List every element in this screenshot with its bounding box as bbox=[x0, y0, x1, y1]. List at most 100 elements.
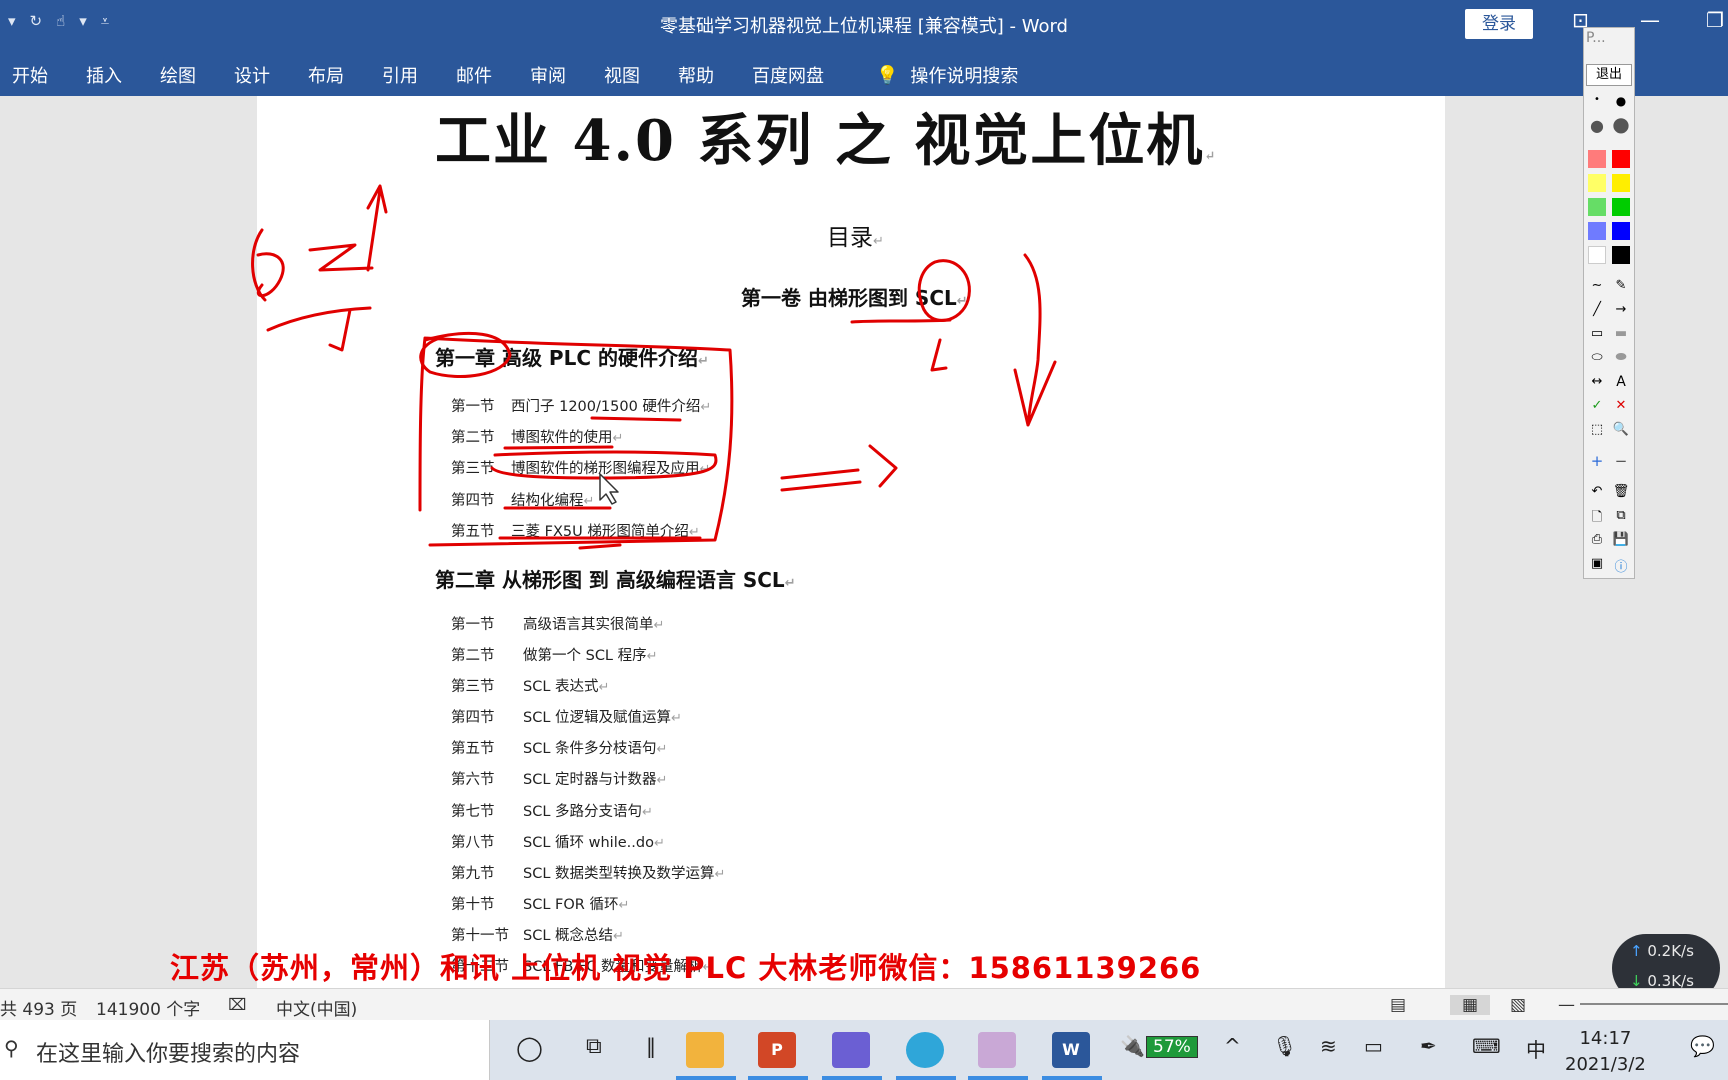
pen-size-medium-icon[interactable]: ● bbox=[1612, 94, 1630, 112]
new-page-icon[interactable]: 🗋 bbox=[1588, 508, 1606, 526]
pen-tool-palette: P... 退出 • ● ● ● ∼ ✎ ╱ → ▭ ▬ ⬭ ⬬ ↔ A ✓ ✕ … bbox=[1583, 27, 1635, 579]
wifi-icon[interactable]: ≋ bbox=[1320, 1034, 1337, 1058]
color-swatch[interactable] bbox=[1612, 246, 1630, 264]
tab-layout[interactable]: 布局 bbox=[308, 62, 344, 88]
document-page[interactable]: 工业 4.0 系列 之 视觉上位机↵ 目录↵ 第一卷 由梯形图到 SCL↵ 第一… bbox=[257, 96, 1445, 988]
pen-workspace-icon[interactable]: ✒ bbox=[1420, 1034, 1437, 1058]
volume-heading: 第一卷 由梯形图到 SCL↵ bbox=[741, 286, 968, 310]
upload-speed: 0.2K/s bbox=[1647, 942, 1694, 960]
tab-baidu-netdisk[interactable]: 百度网盘 bbox=[752, 62, 824, 88]
zoom-slider[interactable] bbox=[1580, 1003, 1728, 1005]
login-button[interactable]: 登录 bbox=[1465, 9, 1533, 39]
ribbon-tabs: 开始 插入 绘图 设计 布局 引用 邮件 审阅 视图 帮助 百度网盘 💡 操作说… bbox=[0, 48, 1728, 96]
word-icon[interactable]: W bbox=[1052, 1032, 1090, 1068]
plus-icon[interactable]: + bbox=[1588, 452, 1606, 470]
rectangle-tool-icon[interactable]: ▭ bbox=[1588, 326, 1606, 344]
search-placeholder: 在这里输入你要搜索的内容 bbox=[36, 1042, 301, 1067]
tab-home[interactable]: 开始 bbox=[12, 62, 48, 88]
ime-indicator[interactable]: 中 bbox=[1526, 1034, 1546, 1063]
page-count[interactable]: 共 493 页 bbox=[0, 995, 77, 1020]
zoom-out-icon[interactable]: — bbox=[1558, 995, 1575, 1015]
chevron-up-icon[interactable]: ^ bbox=[1224, 1034, 1241, 1058]
color-swatch[interactable] bbox=[1588, 222, 1606, 240]
device-icon[interactable]: ▭ bbox=[1364, 1034, 1383, 1058]
tab-mailings[interactable]: 邮件 bbox=[456, 62, 492, 88]
word-count[interactable]: 141900 个字 bbox=[96, 995, 200, 1020]
toc-entry: 第十节 SCL FOR 循环↵ bbox=[451, 897, 630, 913]
proofing-icon[interactable]: ⌧ bbox=[228, 995, 246, 1014]
tab-draw[interactable]: 绘图 bbox=[160, 62, 196, 88]
pen-size-xlarge-icon[interactable]: ● bbox=[1612, 114, 1630, 134]
filled-ellipse-tool-icon[interactable]: ⬬ bbox=[1612, 350, 1630, 368]
double-arrow-tool-icon[interactable]: ↔ bbox=[1588, 374, 1606, 392]
keyboard-icon[interactable]: ⌨ bbox=[1472, 1034, 1501, 1058]
color-swatch[interactable] bbox=[1612, 222, 1630, 240]
screenshot-icon[interactable]: ▣ bbox=[1588, 556, 1606, 574]
zoom-icon[interactable]: 🔍 bbox=[1612, 422, 1630, 440]
edge-browser-icon[interactable] bbox=[906, 1032, 944, 1068]
info-icon[interactable]: ⓘ bbox=[1612, 556, 1630, 575]
web-layout-icon[interactable]: ▧ bbox=[1510, 995, 1526, 1015]
taskbar-search-box[interactable]: ⚲ 在这里输入你要搜索的内容 bbox=[0, 1020, 490, 1080]
people-app-icon[interactable] bbox=[832, 1032, 870, 1068]
trash-icon[interactable]: 🗑 bbox=[1612, 484, 1630, 502]
undo-icon[interactable]: ↶ bbox=[1588, 484, 1606, 502]
powerpoint-icon[interactable]: P bbox=[758, 1032, 796, 1068]
taskbar-divider: ‖ bbox=[646, 1034, 656, 1058]
filled-rectangle-tool-icon[interactable]: ▬ bbox=[1612, 326, 1630, 344]
clock[interactable]: 14:17 2021/3/2 bbox=[1565, 1026, 1646, 1078]
toc-entry: 第一节 西门子 1200/1500 硬件介绍↵ bbox=[451, 399, 712, 415]
power-plug-icon[interactable]: 🔌 bbox=[1120, 1034, 1145, 1058]
color-swatch[interactable] bbox=[1612, 150, 1630, 168]
print-layout-icon[interactable]: ▦ bbox=[1450, 995, 1491, 1015]
file-explorer-indicator bbox=[676, 1076, 736, 1080]
battery-indicator[interactable]: 57% bbox=[1146, 1036, 1198, 1058]
file-explorer-icon[interactable] bbox=[686, 1032, 724, 1068]
tab-help[interactable]: 帮助 bbox=[678, 62, 714, 88]
eraser-icon[interactable]: ✎ bbox=[1612, 278, 1630, 296]
toc-entry: 第四节 结构化编程↵ bbox=[451, 493, 595, 509]
minimize-icon[interactable]: — bbox=[1640, 8, 1660, 32]
paint-app-indicator bbox=[968, 1076, 1028, 1080]
arrow-tool-icon[interactable]: → bbox=[1612, 302, 1630, 320]
check-mark-icon[interactable]: ✓ bbox=[1588, 398, 1606, 416]
read-mode-icon[interactable]: ▤ bbox=[1390, 995, 1406, 1015]
tab-review[interactable]: 审阅 bbox=[530, 62, 566, 88]
cortana-icon[interactable]: ◯ bbox=[516, 1034, 543, 1062]
color-swatch[interactable] bbox=[1588, 150, 1606, 168]
print-icon[interactable]: ⎙ bbox=[1588, 532, 1606, 550]
paint-app-icon[interactable] bbox=[978, 1032, 1016, 1068]
pen-size-small-icon[interactable]: • bbox=[1588, 94, 1606, 112]
tab-references[interactable]: 引用 bbox=[382, 62, 418, 88]
copy-icon[interactable]: ⧉ bbox=[1612, 508, 1630, 526]
tab-design[interactable]: 设计 bbox=[234, 62, 270, 88]
microphone-icon[interactable]: 🎙 bbox=[1272, 1034, 1297, 1058]
color-swatch[interactable] bbox=[1612, 198, 1630, 216]
cross-mark-icon[interactable]: ✕ bbox=[1612, 398, 1630, 416]
pen-size-large-icon[interactable]: ● bbox=[1588, 116, 1606, 135]
tab-view[interactable]: 视图 bbox=[604, 62, 640, 88]
restore-icon[interactable]: ❐ bbox=[1706, 8, 1724, 32]
notification-icon[interactable]: 💬 bbox=[1690, 1034, 1715, 1058]
freehand-pen-icon[interactable]: ∼ bbox=[1588, 278, 1606, 296]
pen-tool-title: P... bbox=[1586, 30, 1606, 46]
color-swatch[interactable] bbox=[1588, 198, 1606, 216]
task-view-icon[interactable]: ⧉ bbox=[586, 1034, 602, 1059]
toc-entry: 第二节 博图软件的使用↵ bbox=[451, 430, 624, 446]
ellipse-tool-icon[interactable]: ⬭ bbox=[1588, 350, 1606, 368]
text-tool-icon[interactable]: A bbox=[1612, 374, 1630, 392]
language-indicator[interactable]: 中文(中国) bbox=[276, 995, 357, 1020]
line-tool-icon[interactable]: ╱ bbox=[1588, 302, 1606, 320]
toc-entry: 第二节 做第一个 SCL 程序↵ bbox=[451, 648, 658, 664]
pen-exit-button[interactable]: 退出 bbox=[1586, 64, 1632, 86]
title-bar: ▾ ↻ ☝ ▾ ⩡ 零基础学习机器视觉上位机课程 [兼容模式] - Word 登… bbox=[0, 0, 1728, 48]
minus-icon[interactable]: − bbox=[1612, 452, 1630, 470]
tell-me-search[interactable]: 💡 操作说明搜索 bbox=[876, 62, 1018, 88]
tab-insert[interactable]: 插入 bbox=[86, 62, 122, 88]
color-swatch[interactable] bbox=[1588, 246, 1606, 264]
color-swatch[interactable] bbox=[1588, 174, 1606, 192]
save-icon[interactable]: 💾 bbox=[1612, 532, 1630, 550]
color-swatch[interactable] bbox=[1612, 174, 1630, 192]
toc-entry: 第九节 SCL 数据类型转换及数学运算↵ bbox=[451, 866, 726, 882]
crop-select-icon[interactable]: ⬚ bbox=[1588, 422, 1606, 440]
